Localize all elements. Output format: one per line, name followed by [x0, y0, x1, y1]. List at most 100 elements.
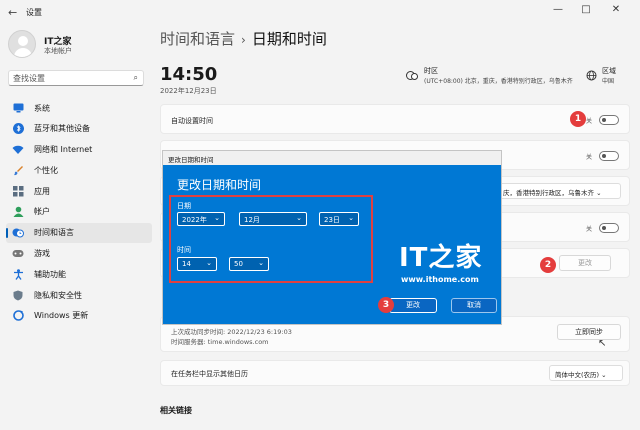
sidebar-item-label: 辅助功能: [34, 269, 66, 279]
month-value: 12月: [244, 216, 260, 224]
year-value: 2022年: [182, 216, 207, 224]
date-label: 日期: [177, 202, 191, 210]
back-arrow-icon[interactable]: ←: [8, 6, 17, 19]
setting-row-2-state: 关: [586, 154, 593, 161]
sidebar-item-apps[interactable]: 应用: [6, 181, 152, 201]
time-label: 时间: [177, 246, 191, 254]
clock-globe-icon: [12, 227, 24, 239]
day-value: 23日: [324, 216, 340, 224]
sidebar-item-windows-update[interactable]: Windows 更新: [6, 306, 152, 326]
breadcrumb-parent[interactable]: 时间和语言: [160, 30, 235, 48]
setting-row-4-state: 关: [586, 226, 593, 233]
brush-icon: [12, 164, 24, 176]
setting-taskbar-calendar: 在任务栏中显示其他日历 简体中文(农历) ⌄: [160, 360, 630, 386]
dialog-cancel-button[interactable]: 取消: [451, 298, 497, 313]
search-icon: ⌕: [133, 73, 138, 82]
monitor-icon: [12, 102, 24, 114]
taskbar-calendar-label: 在任务栏中显示其他日历: [171, 370, 248, 378]
accessibility-icon: [12, 268, 24, 280]
timezone-label: 时区: [424, 67, 438, 75]
globe-icon: [586, 70, 597, 84]
auto-time-state: 关: [586, 118, 593, 125]
year-select[interactable]: 2022年 ⌄: [177, 212, 225, 226]
search-placeholder: 查找设置: [13, 74, 45, 83]
sidebar-item-time-language[interactable]: 时间和语言: [6, 222, 152, 243]
sidebar-item-system[interactable]: 系统: [6, 98, 152, 118]
minimize-button[interactable]: —: [548, 4, 568, 15]
wifi-icon: [12, 144, 24, 156]
region-label: 区域: [602, 67, 616, 75]
change-datetime-dialog: 更改日期和时间 更改日期和时间 日期 2022年 ⌄ 12月 ⌄ 23日 ⌄ 时间 1…: [162, 150, 502, 325]
sync-now-button[interactable]: 立即同步: [557, 324, 621, 340]
timezone-value: (UTC+08:00) 北京，重庆，香港特别行政区，乌鲁木齐: [424, 78, 573, 85]
related-links-heading: 相关链接: [160, 406, 192, 415]
sidebar-item-bluetooth[interactable]: 蓝牙和其他设备: [6, 119, 152, 139]
sidebar-item-personalization[interactable]: 个性化: [6, 160, 152, 180]
chevron-down-icon: ⌄: [206, 259, 212, 267]
title-bar: ← 设置 — □ ✕: [0, 0, 640, 26]
sidebar-item-label: 蓝牙和其他设备: [34, 124, 90, 134]
person-icon: [12, 206, 24, 218]
profile-subtitle: 本地帐户: [44, 47, 72, 55]
timezone-dropdown-value: 庆，香港特别行政区，乌鲁木齐: [503, 189, 594, 197]
logo-mark: IT之家: [399, 243, 483, 273]
clock-icon: [406, 70, 418, 84]
month-select[interactable]: 12月 ⌄: [239, 212, 307, 226]
minute-select[interactable]: 50 ⌄: [229, 257, 269, 271]
calendar-dropdown[interactable]: 简体中文(农历) ⌄: [549, 365, 623, 381]
sidebar-item-label: 网络和 Internet: [34, 145, 93, 155]
auto-time-toggle[interactable]: [599, 115, 619, 125]
chevron-down-icon: ⌄: [348, 214, 354, 222]
day-select[interactable]: 23日 ⌄: [319, 212, 359, 226]
current-date: 2022年12月23日: [160, 87, 217, 95]
app-title: 设置: [26, 8, 42, 17]
chevron-down-icon: ⌄: [214, 214, 220, 222]
sidebar-item-accessibility[interactable]: 辅助功能: [6, 264, 152, 284]
avatar: [8, 30, 36, 58]
sidebar-item-label: 隐私和安全性: [34, 290, 82, 300]
sidebar-item-label: 时间和语言: [34, 228, 74, 238]
region-value: 中国: [602, 78, 615, 85]
setting-row-4-toggle[interactable]: [599, 223, 619, 233]
mouse-cursor-icon: ↖: [598, 338, 607, 349]
logo-url: www.ithome.com: [401, 275, 479, 284]
user-profile[interactable]: IT之家 本地帐户: [8, 30, 72, 58]
chevron-down-icon: ⌄: [258, 259, 264, 267]
shield-icon: [12, 289, 24, 301]
time-server-text: 时间服务器: time.windows.com: [171, 338, 269, 346]
auto-time-label: 自动设置时间: [171, 117, 213, 125]
sidebar-item-gaming[interactable]: 游戏: [6, 244, 152, 264]
setting-auto-time: 自动设置时间 关: [160, 104, 630, 134]
apps-icon: [12, 185, 24, 197]
page-title: 日期和时间: [251, 30, 327, 48]
sidebar-item-label: 应用: [34, 186, 50, 196]
sidebar-item-network[interactable]: 网络和 Internet: [6, 140, 152, 160]
breadcrumb: 时间和语言 › 日期和时间: [160, 28, 327, 49]
change-time-button[interactable]: 更改: [559, 255, 611, 271]
chevron-down-icon: ⌄: [601, 371, 607, 379]
step-marker-2: 2: [540, 257, 556, 273]
maximize-button[interactable]: □: [576, 4, 596, 15]
current-time: 14:50: [160, 64, 218, 85]
sidebar-item-label: 帐户: [34, 207, 50, 217]
dialog-title-bar: 更改日期和时间: [163, 151, 501, 165]
dialog-change-button[interactable]: 更改: [389, 298, 437, 313]
gamepad-icon: [12, 248, 24, 260]
minute-value: 50: [234, 260, 243, 268]
timezone-dropdown[interactable]: 庆，香港特别行政区，乌鲁木齐 ⌄: [497, 183, 621, 199]
last-sync-text: 上次成功同步时间: 2022/12/23 6:19:03: [171, 328, 292, 336]
sidebar-item-privacy[interactable]: 隐私和安全性: [6, 285, 152, 305]
ithome-logo: IT之家 www.ithome.com: [399, 237, 489, 284]
sidebar-item-label: 游戏: [34, 249, 50, 259]
sidebar-item-accounts[interactable]: 帐户: [6, 202, 152, 222]
step-marker-1: 1: [570, 111, 586, 127]
search-input[interactable]: 查找设置 ⌕: [8, 70, 144, 86]
setting-row-2-toggle[interactable]: [599, 151, 619, 161]
chevron-down-icon: ⌄: [296, 214, 302, 222]
sidebar-item-label: Windows 更新: [34, 311, 89, 321]
update-icon: [12, 310, 24, 322]
dialog-heading: 更改日期和时间: [177, 178, 262, 192]
hour-select[interactable]: 14 ⌄: [177, 257, 217, 271]
close-button[interactable]: ✕: [606, 4, 626, 15]
sidebar-item-label: 系统: [34, 103, 50, 113]
